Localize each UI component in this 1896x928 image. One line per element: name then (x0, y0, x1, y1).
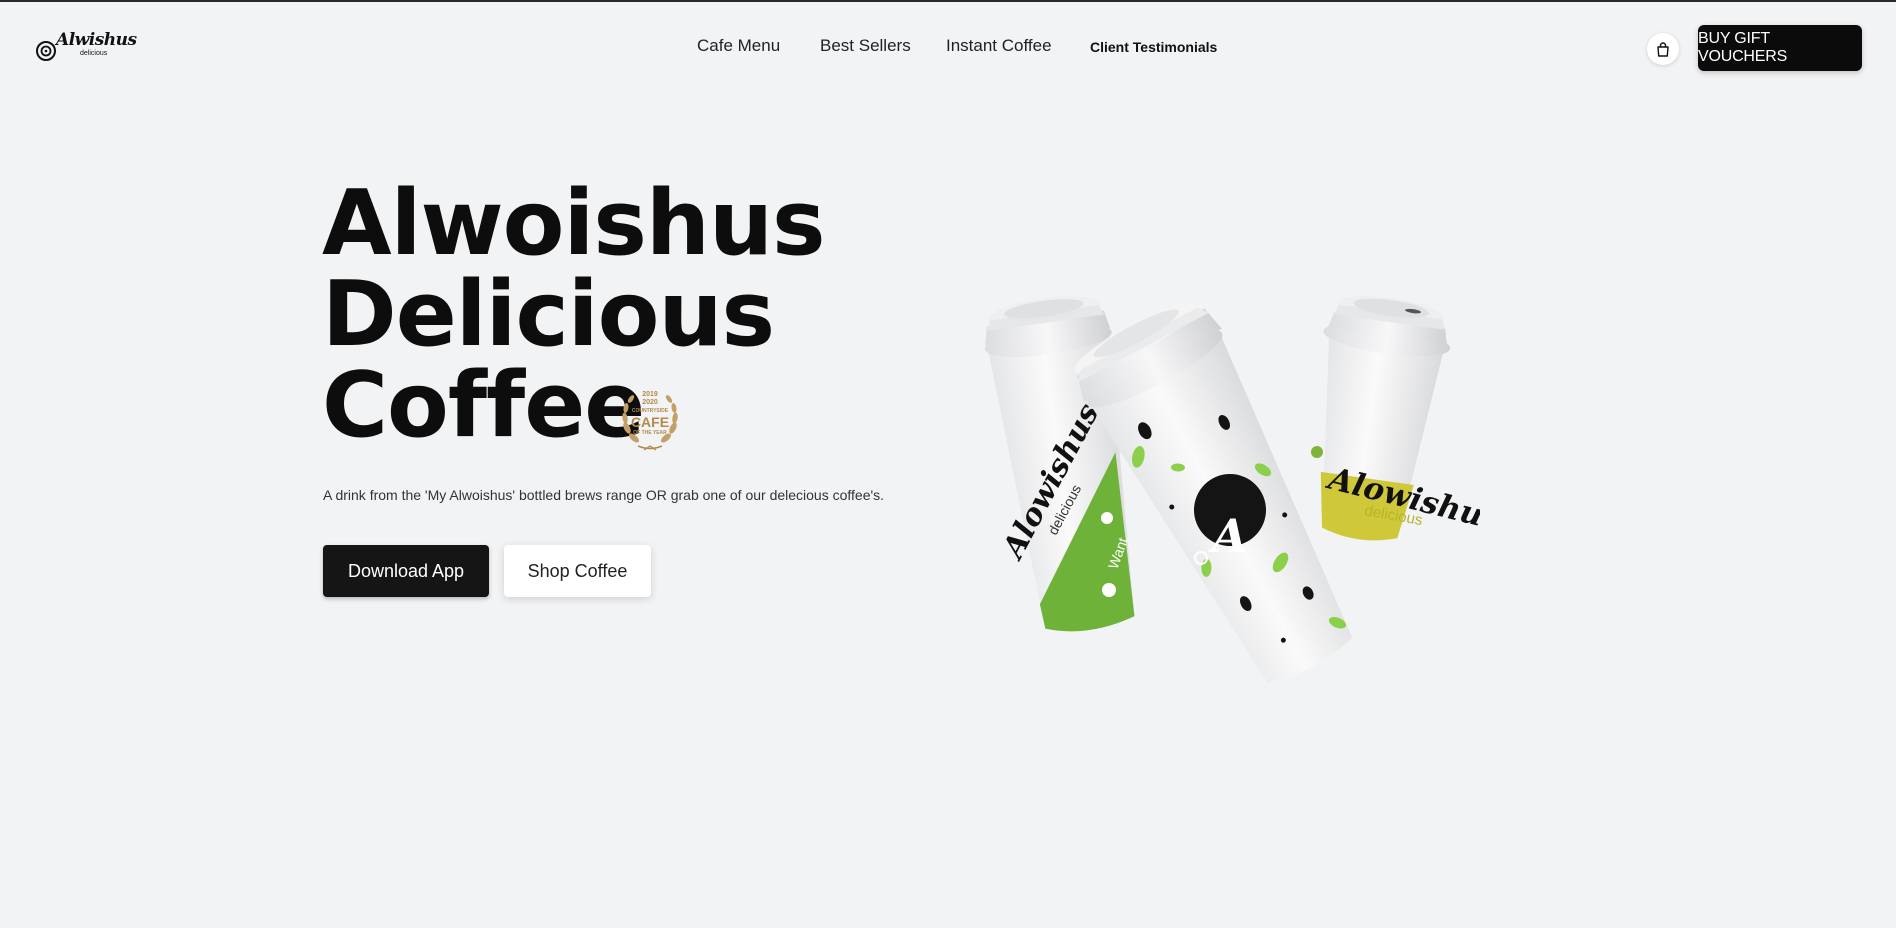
download-app-button[interactable]: Download App (323, 545, 489, 597)
hero-tagline: A drink from the 'My Alwoishus' bottled … (323, 487, 885, 503)
nav-item-best-sellers[interactable]: Best Sellers (820, 36, 911, 56)
shop-coffee-button[interactable]: Shop Coffee (504, 545, 651, 597)
hero-title-line-1: Alwoishus (322, 171, 826, 276)
nav-item-client-testimonials[interactable]: Client Testimonials (1090, 39, 1217, 55)
hero-title-line-3: Coffee (322, 353, 645, 458)
cart-button[interactable] (1647, 33, 1679, 65)
center-cup-monogram: A (1208, 509, 1248, 563)
main-nav: Cafe Menu Best Sellers Instant Coffee Cl… (0, 36, 1896, 66)
award-year-1: 2019 (642, 391, 658, 398)
coffee-cups-illustration: Alowishus delicious Alowishus delicious … (984, 296, 1504, 683)
product-image: Alowishus delicious Alowishus delicious … (960, 280, 1504, 740)
award-badge: 2019 2020 COUNTRYSIDE CAFE OF THE YEAR (618, 388, 682, 454)
site-header: Alwishus delicious Cafe Menu Best Seller… (0, 2, 1896, 92)
nav-item-instant-coffee[interactable]: Instant Coffee (946, 36, 1052, 56)
award-year-2: 2020 (642, 399, 658, 406)
buy-gift-vouchers-button[interactable]: BUY GIFT VOUCHERS (1698, 25, 1862, 71)
hero-title-line-2: Delicious (322, 262, 775, 367)
shopping-bag-icon (1657, 41, 1669, 57)
award-line-2: OF THE YEAR (633, 430, 667, 436)
hero-title: Alwoishus Delicious Coffee (322, 171, 826, 458)
nav-item-cafe-menu[interactable]: Cafe Menu (697, 36, 780, 56)
award-main: CAFE (630, 414, 670, 430)
